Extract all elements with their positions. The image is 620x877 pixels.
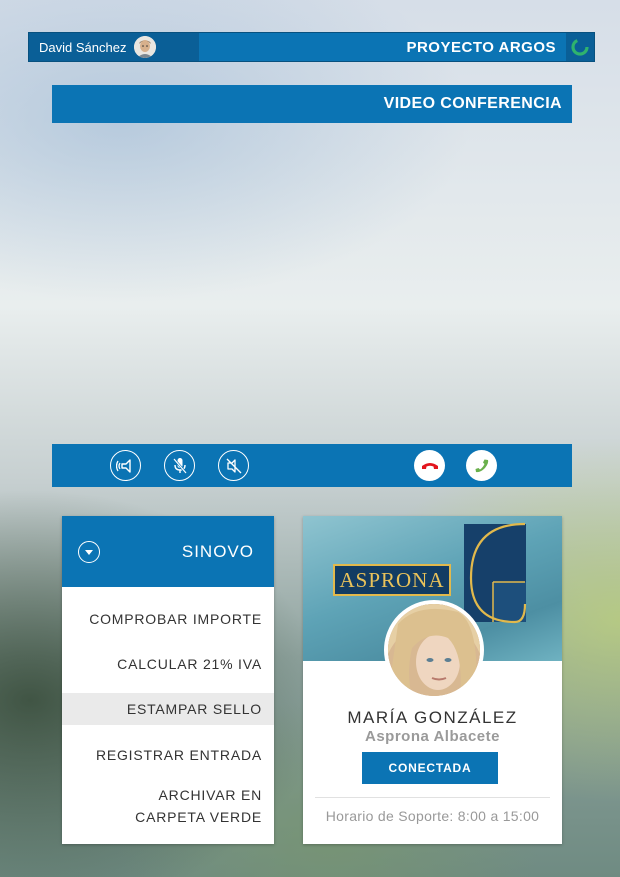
contact-name: MARÍA GONZÁLEZ: [347, 708, 518, 727]
top-bar: David Sánchez PROYECTO ARGOS: [28, 32, 595, 62]
microphone-icon[interactable]: [164, 450, 195, 481]
menu-item-archivar-carpeta-verde[interactable]: ARCHIVAR EN CARPETA VERDE: [62, 784, 274, 828]
speaker-icon[interactable]: [110, 450, 141, 481]
contact-company: Asprona Albacete: [365, 728, 500, 745]
section-title: VIDEO CONFERENCIA: [52, 85, 572, 123]
actions-menu: SINOVO COMPROBAR IMPORTE CALCULAR 21% IV…: [62, 516, 274, 844]
menu-item-estampar-sello[interactable]: ESTAMPAR SELLO: [62, 693, 274, 725]
user-avatar-icon: [134, 36, 157, 58]
contact-photo: [384, 600, 484, 700]
camera-off-icon[interactable]: [218, 450, 249, 481]
phone-hangup-icon[interactable]: [414, 450, 445, 481]
status-button[interactable]: CONECTADA: [362, 752, 498, 784]
phone-answer-icon[interactable]: [466, 450, 497, 481]
menu-title: SINOVO: [181, 541, 254, 561]
menu-item-comprobar-importe[interactable]: COMPROBAR IMPORTE: [62, 608, 274, 630]
user-name: David Sánchez: [39, 39, 127, 55]
menu-item-calcular-iva[interactable]: CALCULAR 21% IVA: [62, 653, 274, 675]
argos-logo-icon[interactable]: [566, 33, 594, 61]
user-menu[interactable]: David Sánchez: [29, 33, 199, 61]
contact-card: ASPRONA MARÍA GONZÁLEZ Asprona Albacete …: [303, 516, 562, 844]
chevron-down-icon[interactable]: [78, 540, 100, 563]
hangup-shape: [421, 462, 438, 469]
menu-header[interactable]: SINOVO: [62, 516, 274, 587]
menu-item-registrar-entrada[interactable]: REGISTRAR ENTRADA: [62, 744, 274, 766]
app-title: PROYECTO ARGOS: [406, 38, 556, 56]
company-logo: ASPRONA: [333, 564, 451, 596]
support-hours: Horario de Soporte: 8:00 a 15:00: [325, 808, 540, 824]
divider: [315, 797, 550, 798]
call-control-bar: [52, 444, 572, 487]
